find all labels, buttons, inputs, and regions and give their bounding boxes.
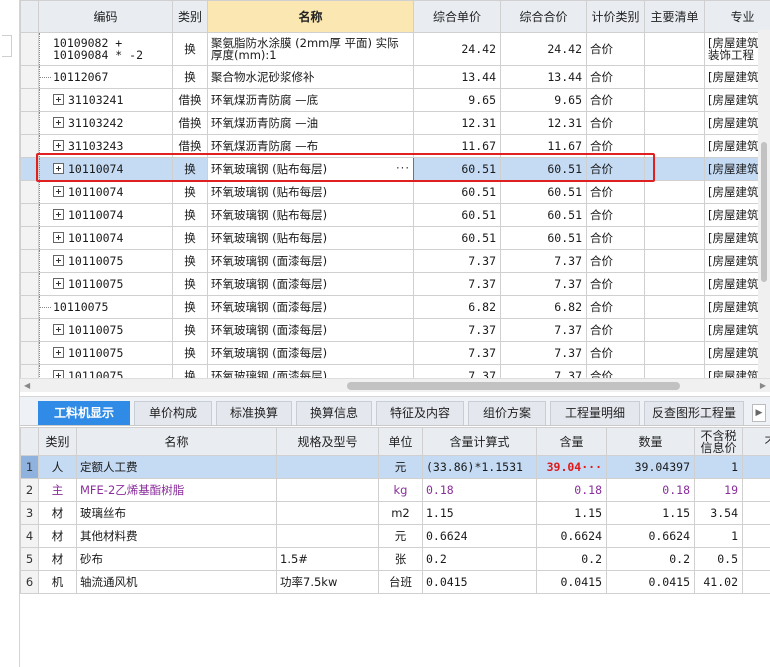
table-row[interactable]: 10110075 换 环氧玻璃钢 (面漆每层) 7.37 7.37 合价 [房屋…	[20, 318, 770, 342]
header-pricing-category[interactable]: 计价类别	[586, 0, 645, 33]
header-name[interactable]: 名称	[207, 0, 414, 33]
header-kind[interactable]: 类别	[172, 0, 208, 33]
table-row[interactable]: 10110075 换 环氧玻璃钢 (面漆每层) 7.37 7.37 合价 [房屋…	[20, 364, 770, 378]
name-cell-editor[interactable]: 环氧玻璃钢 (贴布每层) ···	[207, 157, 414, 181]
expand-plus-icon[interactable]	[53, 186, 64, 197]
header-resource-name[interactable]: 名称	[76, 427, 277, 456]
header-total-price[interactable]: 综合合价	[500, 0, 587, 33]
header-spec[interactable]: 规格及型号	[276, 427, 379, 456]
resource-table: 类别 名称 规格及型号 单位 含量计算式 含量 数量 不含税信息价 不含 1 人…	[20, 427, 770, 594]
expand-plus-icon[interactable]	[53, 94, 64, 105]
vertical-scroll-thumb[interactable]	[761, 142, 767, 282]
resource-row[interactable]: 3 材 玻璃丝布 m2 1.15 1.15 1.15 3.54	[20, 501, 770, 525]
scroll-right-arrow-icon[interactable]: ▶	[760, 381, 766, 390]
table-row[interactable]: 31103241 借换 环氧煤沥青防腐 —底 9.65 9.65 合价 [房屋建…	[20, 88, 770, 112]
table-row[interactable]: 10110074 换 环氧玻璃钢 (贴布每层) 60.51 60.51 合价 […	[20, 203, 770, 227]
tab-standard-conversion[interactable]: 标准换算	[216, 401, 292, 425]
item-table: 编码 类别 名称 综合单价 综合合价 计价类别 主要清单 专业 10109082…	[20, 0, 770, 378]
header-tax-excluded-price[interactable]: 不含税 信息价	[694, 427, 743, 456]
horizontal-scrollbar[interactable]: ◀ ▶	[20, 378, 770, 392]
table-row[interactable]: 10110075 换 环氧玻璃钢 (面漆每层) 7.37 7.37 合价 [房屋…	[20, 341, 770, 365]
vertical-scrollbar[interactable]	[758, 30, 770, 378]
expand-plus-icon[interactable]	[53, 140, 64, 151]
resource-table-header: 类别 名称 规格及型号 单位 含量计算式 含量 数量 不含税信息价 不含	[20, 427, 770, 456]
header-quantity[interactable]: 数量	[606, 427, 695, 456]
content-value-warning: 39.04	[546, 460, 582, 474]
horizontal-scroll-thumb[interactable]	[347, 382, 680, 390]
tab-scroll-right-icon[interactable]: ▶	[752, 404, 766, 422]
gutter-mark	[2, 35, 12, 57]
item-grid: 编码 类别 名称 综合单价 综合合价 计价类别 主要清单 专业 10109082…	[20, 0, 770, 378]
header-specialty[interactable]: 专业	[704, 0, 770, 33]
tab-pricing-scheme[interactable]: 组价方案	[468, 401, 546, 425]
left-gutter	[0, 0, 20, 667]
table-row[interactable]: 10110075 换 环氧玻璃钢 (面漆每层) 7.37 7.37 合价 [房屋…	[20, 272, 770, 296]
resource-row-selected[interactable]: 1 人 定额人工费 元 (33.86)*1.1531 39.04··· 39.0…	[20, 455, 770, 479]
header-content-formula[interactable]: 含量计算式	[422, 427, 537, 456]
expand-plus-icon[interactable]	[53, 278, 64, 289]
tab-conversion-info[interactable]: 换算信息	[296, 401, 372, 425]
tab-labor-material-machine[interactable]: 工料机显示	[38, 401, 130, 425]
resource-row[interactable]: 5 材 砂布 1.5# 张 0.2 0.2 0.2 0.5	[20, 547, 770, 571]
header-content[interactable]: 含量	[536, 427, 607, 456]
header-unit-price[interactable]: 综合单价	[413, 0, 501, 33]
header-main-list[interactable]: 主要清单	[644, 0, 705, 33]
header-unit[interactable]: 单位	[378, 427, 423, 456]
table-row[interactable]: 10109082 + 10109084 * -2 换 聚氨脂防水涂膜 (2mm厚…	[20, 32, 770, 66]
tab-unit-price-composition[interactable]: 单价构成	[134, 401, 212, 425]
scroll-left-arrow-icon[interactable]: ◀	[24, 381, 30, 390]
expand-plus-icon[interactable]	[53, 370, 64, 378]
header-code[interactable]: 编码	[38, 0, 173, 33]
table-row-selected[interactable]: 10110074 换 环氧玻璃钢 (贴布每层) ··· 60.51 60.51 合…	[20, 157, 770, 181]
table-row[interactable]: 10110075 换 环氧玻璃钢 (面漆每层) 7.37 7.37 合价 [房屋…	[20, 249, 770, 273]
table-row[interactable]: 31103243 借换 环氧煤沥青防腐 —布 11.67 11.67 合价 [房…	[20, 134, 770, 158]
resource-row[interactable]: 6 机 轴流通风机 功率7.5kw 台班 0.0415 0.0415 0.041…	[20, 570, 770, 594]
expand-plus-icon[interactable]	[53, 117, 64, 128]
header-row-number	[20, 0, 39, 33]
header-resource-kind[interactable]: 类别	[38, 427, 77, 456]
header-extra[interactable]: 不含	[742, 427, 770, 456]
tab-quantity-details[interactable]: 工程量明细	[550, 401, 640, 425]
tab-features-content[interactable]: 特征及内容	[376, 401, 464, 425]
resource-grid: 类别 名称 规格及型号 单位 含量计算式 含量 数量 不含税信息价 不含 1 人…	[20, 427, 770, 667]
table-row[interactable]: 10110074 换 环氧玻璃钢 (贴布每层) 60.51 60.51 合价 […	[20, 226, 770, 250]
table-row[interactable]: 10110074 换 环氧玻璃钢 (贴布每层) 60.51 60.51 合价 […	[20, 180, 770, 204]
expand-plus-icon[interactable]	[53, 347, 64, 358]
expand-plus-icon[interactable]	[53, 255, 64, 266]
table-row[interactable]: 10110075 换 环氧玻璃钢 (面漆每层) 6.82 6.82 合价 [房屋…	[20, 295, 770, 319]
expand-plus-icon[interactable]	[53, 232, 64, 243]
more-options-icon[interactable]: ···	[396, 161, 410, 175]
table-row[interactable]: 31103242 借换 环氧煤沥青防腐 —油 12.31 12.31 合价 [房…	[20, 111, 770, 135]
tab-reverse-graphic-quantity[interactable]: 反查图形工程量	[644, 401, 744, 425]
expand-plus-icon[interactable]	[53, 209, 64, 220]
detail-tab-bar: 工料机显示 单价构成 标准换算 换算信息 特征及内容 组价方案 工程量明细 反查…	[20, 396, 770, 426]
resource-row-main-material[interactable]: 2 主 MFE-2乙烯基酯树脂 kg 0.18 0.18 0.18 19	[20, 478, 770, 502]
resource-row[interactable]: 4 材 其他材料费 元 0.6624 0.6624 0.6624 1	[20, 524, 770, 548]
expand-plus-icon[interactable]	[53, 163, 64, 174]
item-table-header: 编码 类别 名称 综合单价 综合合价 计价类别 主要清单 专业	[20, 0, 770, 33]
table-row[interactable]: 10112067 换 聚合物水泥砂浆修补 13.44 13.44 合价 [房屋建…	[20, 65, 770, 89]
expand-plus-icon[interactable]	[53, 324, 64, 335]
